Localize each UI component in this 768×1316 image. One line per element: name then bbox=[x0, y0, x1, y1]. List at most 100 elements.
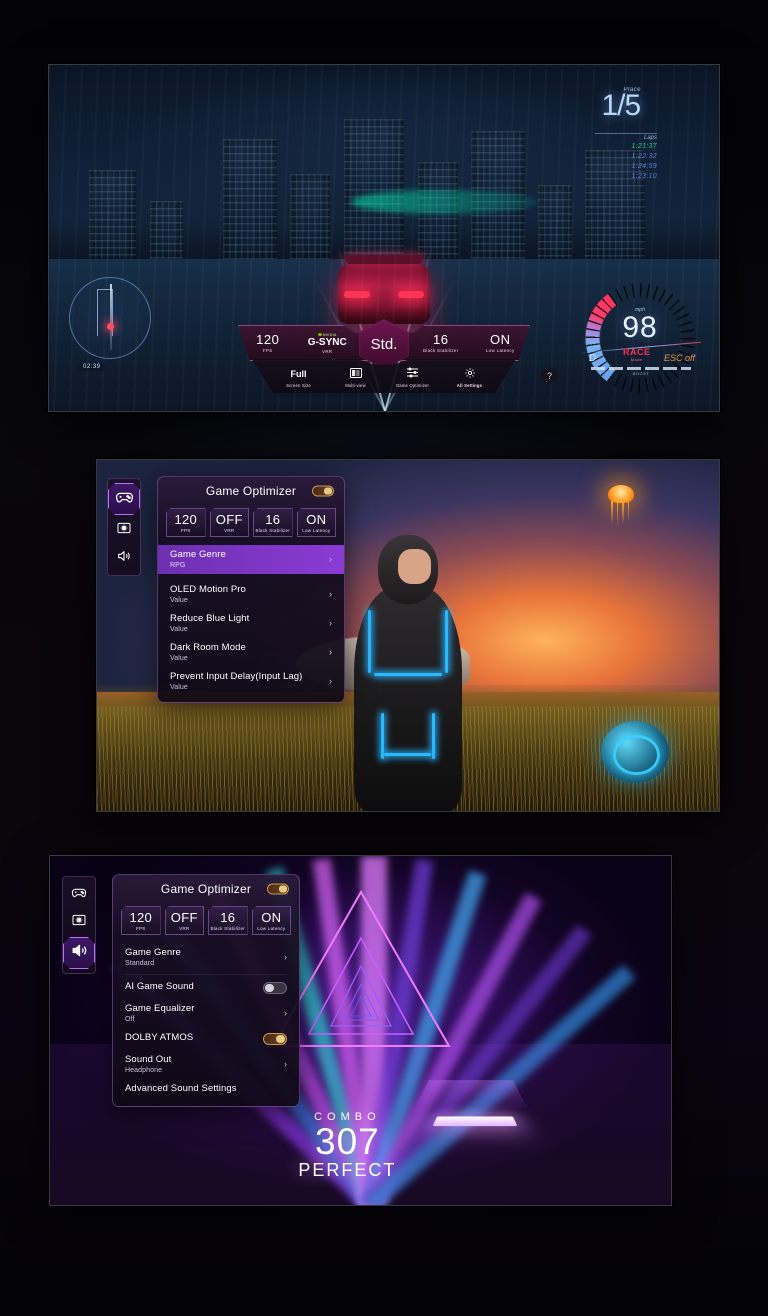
stat-value: ON bbox=[261, 910, 282, 925]
menu-item-dark-room-mode[interactable]: Dark Room Mode Value › bbox=[158, 638, 344, 667]
picture-icon bbox=[71, 912, 87, 933]
stat-label: Low Latency bbox=[257, 926, 286, 931]
chevron-right-icon: › bbox=[284, 952, 287, 963]
picture-tab[interactable] bbox=[111, 517, 137, 543]
stat-label: Black Stabilizer bbox=[210, 926, 246, 931]
stat-black-stabilizer[interactable]: 16 Black Stabilizer bbox=[253, 508, 293, 537]
stat-label: VRR bbox=[179, 926, 190, 931]
tool-all-settings[interactable]: All Settings bbox=[441, 367, 498, 388]
dash-stat-low-latency[interactable]: ON Low Latency bbox=[471, 333, 531, 353]
menu-stats: 120 FPS OFF VRR 16 Black Stabilizer ON L… bbox=[113, 902, 299, 943]
menu-item-label: AI Game Sound bbox=[125, 981, 194, 993]
stat-vrr[interactable]: OFF VRR bbox=[164, 906, 204, 935]
drive-mode-value: RACE bbox=[623, 347, 651, 357]
menu-item-prevent-input-delay[interactable]: Prevent Input Delay(Input Lag) Value › bbox=[158, 667, 344, 696]
stat-value: OFF bbox=[170, 910, 198, 925]
tool-label: All Settings bbox=[456, 383, 483, 388]
stat-label: Black Stabilizer bbox=[255, 528, 291, 533]
dolby-atmos-toggle[interactable] bbox=[263, 1032, 287, 1045]
dash-stat-fps[interactable]: 120 FPS bbox=[238, 333, 298, 353]
menu-list: Game Genre Standard › AI Game Sound Game… bbox=[113, 943, 299, 1106]
speedometer: mph 98 D RACE Mode ESC off BOOST bbox=[579, 281, 701, 395]
speaker-icon bbox=[116, 548, 132, 569]
lap-time: 1:22:32 bbox=[631, 153, 657, 161]
menu-item-game-genre[interactable]: Game Genre Standard › bbox=[113, 943, 299, 972]
tool-multi-view[interactable]: Multi-view bbox=[327, 367, 384, 388]
dash-stat-vrr[interactable]: NVIDIA G-SYNC VRR bbox=[298, 333, 358, 354]
stat-fps[interactable]: 120 FPS bbox=[121, 906, 161, 935]
optimizer-toggle[interactable] bbox=[312, 485, 334, 496]
menu-item-value: Off bbox=[125, 1015, 135, 1023]
sliders-icon bbox=[406, 367, 419, 381]
tool-screen-size[interactable]: Full Screen Size bbox=[270, 367, 327, 388]
dash-stat-label: Black Stabilizer bbox=[422, 347, 459, 353]
dashboard-tools: Full Screen Size Multi-view Game Optimiz… bbox=[252, 359, 516, 393]
ai-game-sound-toggle[interactable] bbox=[263, 981, 287, 994]
boost-label: BOOST bbox=[632, 371, 650, 376]
place-label: Place bbox=[623, 87, 641, 93]
racing-game-screen: Place 1/5 Laps 1:21:37 1:22:32 1:24:59 1… bbox=[49, 65, 719, 411]
stat-black-stabilizer[interactable]: 16 Black Stabilizer bbox=[208, 906, 248, 935]
combo-value: 307 bbox=[315, 1120, 380, 1162]
sound-tab[interactable] bbox=[63, 937, 95, 969]
menu-item-dolby-atmos[interactable]: DOLBY ATMOS bbox=[113, 1028, 299, 1050]
screen-size-value: Full bbox=[290, 369, 307, 379]
hud-place: Place 1/5 bbox=[601, 87, 641, 121]
stat-value: 120 bbox=[174, 512, 198, 527]
stat-value: OFF bbox=[215, 512, 243, 527]
stat-low-latency[interactable]: ON Low Latency bbox=[296, 508, 336, 537]
chevron-right-icon: › bbox=[284, 1008, 287, 1019]
dash-stat-black-stabilizer[interactable]: 16 Black Stabilizer bbox=[411, 333, 471, 353]
optimizer-toggle[interactable] bbox=[267, 883, 289, 894]
stat-value: 16 bbox=[220, 910, 236, 925]
fire-jellyfish bbox=[598, 484, 644, 527]
menu-item-label: Prevent Input Delay(Input Lag) bbox=[170, 670, 303, 682]
menu-item-reduce-blue-light[interactable]: Reduce Blue Light Value › bbox=[158, 609, 344, 638]
menu-item-oled-motion-pro[interactable]: OLED Motion Pro Value › bbox=[158, 580, 344, 609]
picture-tab[interactable] bbox=[66, 909, 92, 935]
menu-item-value: Headphone bbox=[125, 1066, 163, 1074]
drone-orb bbox=[601, 720, 670, 783]
menu-item-sound-out[interactable]: Sound Out Headphone › bbox=[113, 1050, 299, 1079]
menu-item-game-genre[interactable]: Game Genre RPG › bbox=[158, 545, 344, 574]
sound-tab[interactable] bbox=[111, 545, 137, 571]
dash-stat-value: 16 bbox=[433, 332, 449, 348]
gear-indicator: D bbox=[589, 353, 597, 364]
dash-stat-label: Low Latency bbox=[485, 347, 515, 353]
tool-label: Game Optimizer bbox=[395, 383, 430, 388]
menu-item-label: Dark Room Mode bbox=[170, 641, 246, 653]
gear-icon bbox=[464, 367, 476, 382]
lap-time: 1:24:59 bbox=[631, 163, 657, 171]
menu-stats: 120 FPS OFF VRR 16 Black Stabilizer ON L… bbox=[158, 504, 344, 545]
gamepad-icon bbox=[71, 884, 87, 905]
chevron-right-icon: › bbox=[329, 647, 332, 658]
stat-low-latency[interactable]: ON Low Latency bbox=[251, 906, 291, 935]
game-dashboard[interactable]: 120 FPS NVIDIA G-SYNC VRR 16 Black Stabi… bbox=[238, 319, 558, 393]
tool-game-optimizer[interactable]: Game Optimizer bbox=[384, 367, 441, 388]
menu-item-ai-game-sound[interactable]: AI Game Sound bbox=[113, 977, 299, 999]
menu-item-value: Value bbox=[170, 683, 188, 691]
drive-mode: RACE Mode bbox=[623, 347, 651, 362]
menu-item-game-equalizer[interactable]: Game Equalizer Off › bbox=[113, 999, 299, 1028]
menu-title-text: Game Optimizer bbox=[160, 882, 252, 896]
game-optimizer-menu: Game Optimizer 120 FPS OFF VRR 16 Black … bbox=[157, 476, 345, 703]
stat-vrr[interactable]: OFF VRR bbox=[209, 508, 249, 537]
drive-mode-label: Mode bbox=[630, 357, 643, 362]
menu-item-label: OLED Motion Pro bbox=[170, 583, 246, 595]
laps-label: Laps bbox=[595, 133, 657, 141]
stat-value: 120 bbox=[129, 910, 153, 925]
dash-stat-value: 120 bbox=[256, 332, 280, 348]
menu-title: Game Optimizer bbox=[113, 875, 299, 902]
stat-label: FPS bbox=[135, 926, 146, 931]
minimap bbox=[69, 277, 151, 359]
game-mode-tab[interactable] bbox=[108, 483, 140, 515]
tool-label: Screen Size bbox=[286, 383, 311, 388]
hud-lap-times: Laps 1:21:37 1:22:32 1:24:59 1:23:10 bbox=[595, 133, 657, 183]
tv-panel-game-optimizer-sound: COMBO 307 PERFECT Game Optimizer 120 FPS… bbox=[49, 855, 672, 1206]
menu-item-advanced-sound-settings[interactable]: Advanced Sound Settings bbox=[113, 1079, 299, 1100]
menu-item-label: Sound Out bbox=[125, 1053, 172, 1065]
game-mode-tab[interactable] bbox=[66, 881, 92, 907]
chevron-right-icon: › bbox=[329, 676, 332, 687]
stat-value: 16 bbox=[265, 512, 281, 527]
stat-fps[interactable]: 120 FPS bbox=[166, 508, 206, 537]
